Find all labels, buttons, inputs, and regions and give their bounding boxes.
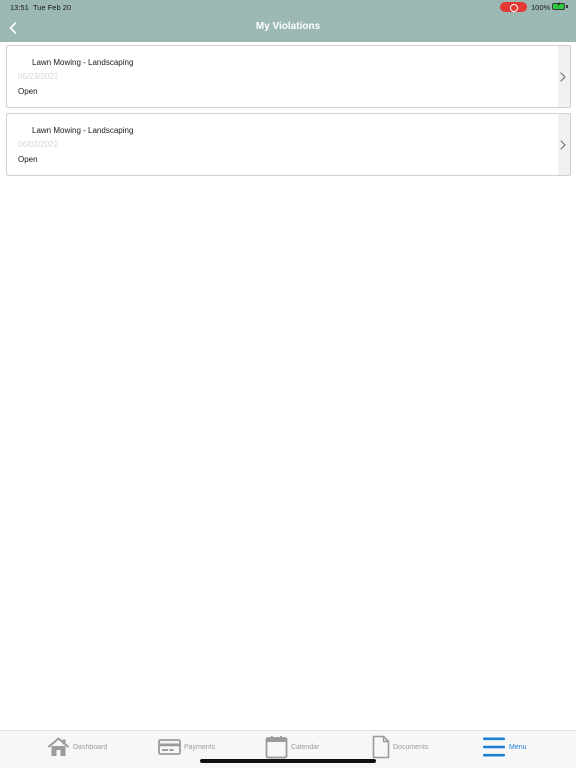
menu-icon [482, 735, 506, 759]
screen-recording-icon [500, 2, 527, 12]
tab-label: Payments [184, 743, 216, 751]
chevron-right-icon [558, 70, 568, 84]
home-indicator[interactable] [200, 759, 376, 763]
calendar-icon [265, 735, 288, 759]
violation-status: Open [18, 87, 38, 96]
violation-card[interactable]: Lawn Mowing - Landscaping 05/23/2022 Ope… [6, 45, 571, 108]
violation-date: 05/23/2022 [18, 72, 59, 81]
violation-card[interactable]: Lawn Mowing - Landscaping 06/02/2022 Ope… [6, 113, 571, 176]
violation-status: Open [18, 155, 38, 164]
violation-title: Lawn Mowing - Landscaping [32, 126, 134, 135]
tab-label: Documents [393, 743, 429, 751]
tab-dashboard[interactable]: Dashboard [47, 731, 107, 763]
page-title: My Violations [255, 21, 321, 32]
chevron-right-icon [558, 138, 568, 152]
violation-title: Lawn Mowing - Landscaping [32, 58, 134, 67]
status-time: 13:51 [10, 3, 29, 12]
status-bar: 13:51 Tue Feb 20 100% ⚡ [0, 0, 576, 14]
tab-documents[interactable]: Documents [372, 731, 428, 763]
document-icon [372, 735, 390, 759]
tab-menu[interactable]: Menu [482, 731, 527, 763]
card-icon [158, 738, 181, 756]
app-header: 13:51 Tue Feb 20 100% ⚡ My Violations [0, 0, 576, 42]
home-icon [47, 737, 70, 757]
tab-label: Menu [509, 743, 527, 751]
status-date: Tue Feb 20 [33, 3, 72, 12]
violation-date: 06/02/2022 [18, 140, 59, 149]
tab-label: Calendar [291, 743, 320, 751]
battery-percentage: 100% [531, 3, 551, 12]
tab-label: Dashboard [73, 743, 108, 751]
violations-list: Lawn Mowing - Landscaping 05/23/2022 Ope… [6, 45, 571, 181]
charging-bolt-icon: ⚡ [556, 2, 561, 9]
nav-bar: My Violations [0, 14, 576, 42]
battery-tip [566, 5, 568, 8]
